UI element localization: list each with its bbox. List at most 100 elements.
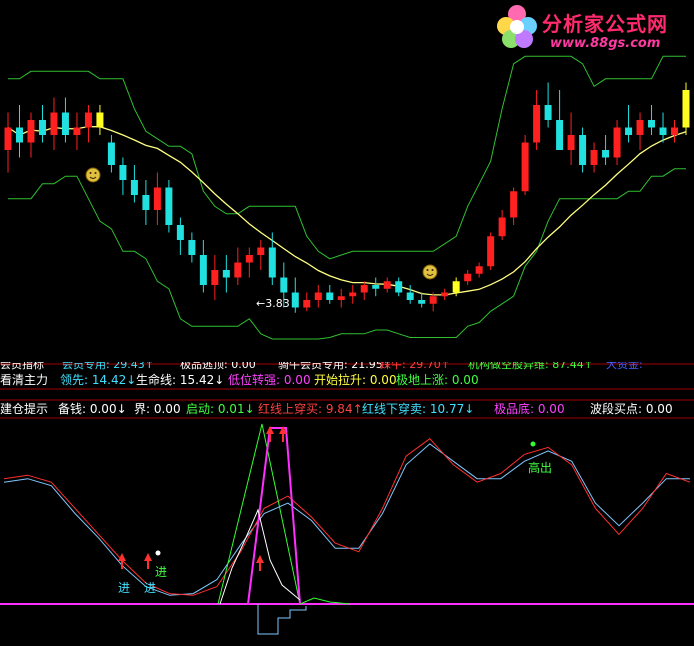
cyan-histogram bbox=[257, 604, 307, 635]
candle-body bbox=[349, 292, 357, 297]
logo-title: 分析家公式网 bbox=[542, 12, 668, 36]
candle-body bbox=[544, 105, 552, 120]
candle-body bbox=[245, 255, 253, 263]
candle-body bbox=[268, 247, 276, 278]
candle-body bbox=[176, 225, 184, 240]
candle-body bbox=[280, 277, 288, 293]
candle-body bbox=[222, 270, 230, 278]
candle-body bbox=[441, 292, 449, 297]
candle-body bbox=[498, 217, 506, 237]
candle-body bbox=[671, 127, 679, 135]
candle-body bbox=[625, 127, 633, 135]
smiley-icon bbox=[85, 167, 101, 183]
wave-buy-value: 波段买点: 0.00 bbox=[590, 402, 673, 416]
header-item: 大资金: bbox=[606, 362, 643, 371]
candle-body bbox=[406, 292, 414, 300]
blue-line bbox=[3, 443, 690, 596]
candle-body bbox=[303, 300, 311, 308]
candle-body bbox=[659, 127, 667, 135]
smiley-eye bbox=[94, 172, 97, 174]
up-arrow-icon bbox=[144, 553, 152, 569]
red-cross-up-value: 红线上穿买: 9.84↑ bbox=[258, 402, 363, 416]
header-item: 会员指标 bbox=[0, 362, 44, 371]
red-line bbox=[3, 438, 691, 596]
candle-body bbox=[130, 180, 138, 195]
candle-body bbox=[510, 191, 518, 218]
candle-body bbox=[360, 285, 368, 293]
candle-body bbox=[395, 281, 403, 293]
candle-body bbox=[61, 112, 69, 135]
white-dot bbox=[155, 550, 161, 556]
start-value: 启动: 0.01↓ bbox=[186, 402, 255, 416]
green-dot bbox=[530, 441, 536, 447]
candle-body bbox=[107, 142, 115, 165]
candle-body bbox=[188, 240, 196, 255]
start-rise-value: 开始拉升: 0.00 bbox=[314, 373, 397, 387]
candle-body bbox=[452, 281, 460, 293]
site-logo: 分析家公式网 www.88gs.com bbox=[494, 2, 694, 54]
candle-body bbox=[682, 90, 690, 128]
buy-signal-label: 进 bbox=[118, 581, 131, 595]
candle-body bbox=[636, 120, 644, 135]
candle-body bbox=[142, 195, 150, 210]
candle-body bbox=[590, 150, 598, 165]
candle-body bbox=[337, 296, 345, 300]
smiley-eye bbox=[426, 269, 429, 271]
candle-body bbox=[579, 135, 587, 165]
candle-body bbox=[556, 120, 564, 150]
candle-body bbox=[521, 142, 529, 192]
candle-body bbox=[119, 165, 127, 180]
header-item: 极品逃顶: 0.00 bbox=[180, 362, 256, 371]
smiley-icon bbox=[422, 264, 438, 280]
logo-url: www.88gs.com bbox=[550, 36, 661, 51]
candle-body bbox=[15, 127, 23, 143]
indicator-row: 看清主力 领先: 14.42↓ 生命线: 15.42↓ 低位转强: 0.00 开… bbox=[0, 373, 694, 389]
candle-body bbox=[567, 135, 575, 150]
lower-band-line bbox=[8, 168, 686, 340]
candle-body bbox=[429, 296, 437, 304]
candle-body bbox=[257, 247, 265, 255]
flower-logo-icon bbox=[497, 5, 537, 48]
header-item: 骑牛会员专用: 21.95↑ bbox=[278, 362, 392, 371]
candle-body bbox=[211, 270, 219, 285]
candle-body bbox=[602, 150, 610, 158]
stock-chart[interactable] bbox=[0, 0, 694, 646]
boundary-value: 界: 0.00 bbox=[134, 402, 181, 416]
buy-signal-label: 进 bbox=[144, 581, 157, 595]
candle-body bbox=[153, 187, 161, 210]
candle-body bbox=[4, 127, 12, 150]
candle-body bbox=[533, 105, 541, 143]
green-buy-label: 进 bbox=[155, 565, 168, 579]
candle-body bbox=[648, 120, 656, 128]
header-item: 踩牛: 29.70↑ bbox=[380, 362, 450, 371]
candle-body bbox=[96, 112, 104, 128]
candle-body bbox=[38, 120, 46, 135]
signal-row: 建仓提示 备钱: 0.00↓ 界: 0.00 启动: 0.01↓ 红线上穿买: … bbox=[0, 402, 694, 418]
candle-body bbox=[84, 112, 92, 128]
low-strength-value: 低位转强: 0.00 bbox=[228, 373, 311, 387]
candle-body bbox=[165, 187, 173, 225]
candle-body bbox=[50, 112, 58, 135]
header-item: 机构做空股异维: 87.44↑ bbox=[468, 362, 593, 371]
signal-title: 建仓提示 bbox=[0, 402, 49, 416]
candle-body bbox=[291, 292, 299, 308]
candle-body bbox=[487, 236, 495, 267]
smiley-eye bbox=[89, 172, 92, 174]
candle-body bbox=[27, 120, 35, 143]
candle-body bbox=[199, 255, 207, 285]
header-item: 会员专用: 29.43↑ bbox=[62, 362, 154, 371]
polar-rise-value: 极地上涨: 0.00 bbox=[396, 373, 479, 387]
indicator-title: 看清主力 bbox=[0, 373, 49, 387]
best-bottom-value: 极品底: 0.00 bbox=[494, 402, 565, 416]
candle-body bbox=[383, 281, 391, 289]
red-cross-down-value: 红线下穿卖: 10.77↓ bbox=[362, 402, 475, 416]
candle-body bbox=[418, 300, 426, 304]
lead-value: 领先: 14.42↓ bbox=[60, 373, 137, 387]
candle-body bbox=[314, 292, 322, 300]
min-price-label: ←3.83 bbox=[256, 297, 290, 310]
candle-body bbox=[475, 266, 483, 274]
high-exit-label: 高出 bbox=[528, 461, 553, 475]
smiley-eye bbox=[431, 269, 434, 271]
candle-body bbox=[464, 273, 472, 282]
life-line-value: 生命线: 15.42↓ bbox=[136, 373, 225, 387]
